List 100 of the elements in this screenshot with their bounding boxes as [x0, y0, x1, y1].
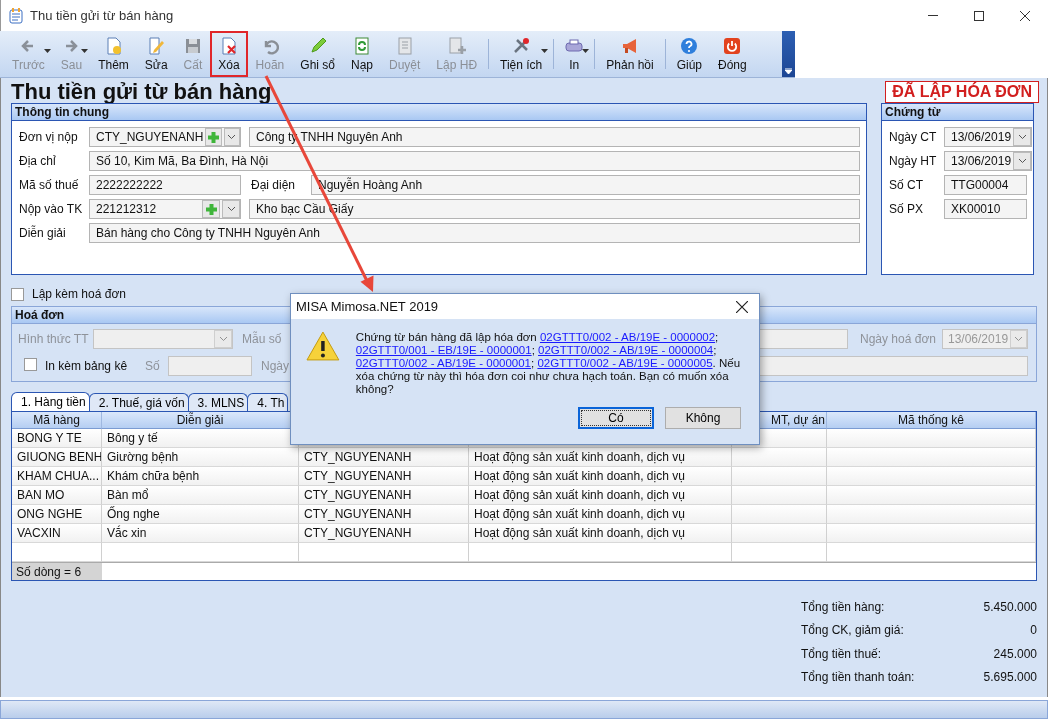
field-label: Đơn vị nộp [19, 130, 79, 144]
table-cell: CTY_NGUYENANH [299, 467, 469, 486]
payment-dropdown[interactable] [93, 329, 233, 349]
toolbar-button[interactable]: Thêm [90, 31, 137, 77]
total-value: 5.695.000 [983, 670, 1037, 685]
date-field[interactable]: 13/06/2019 [944, 151, 1033, 171]
toolbar-button[interactable]: Nạp [343, 31, 381, 77]
table-cell: BONG Y TE [12, 429, 102, 448]
document-edit-icon [147, 36, 166, 55]
table-cell: Bông y tế [102, 429, 299, 448]
tab[interactable]: 1. Hàng tiền [11, 392, 90, 411]
dropdown-button[interactable] [1013, 152, 1032, 170]
chevron-down-icon [218, 336, 228, 342]
total-value: 5.450.000 [983, 599, 1037, 614]
overflow-icon[interactable] [785, 68, 792, 74]
table-cell: ONG NGHE [12, 505, 102, 524]
tab[interactable]: 3. MLNS [187, 393, 249, 411]
table-cell: Vắc xin [102, 524, 299, 543]
refresh-icon [353, 36, 371, 55]
panel-title: Chứng từ [882, 104, 1033, 121]
field-label: Ngày [261, 359, 289, 373]
field-label: Ngày CT [889, 130, 936, 144]
chevron-down-icon [226, 206, 236, 212]
table-cell: Khám chữa bệnh [102, 467, 299, 486]
toolbar-button[interactable]: Giúp [668, 31, 711, 77]
text-field[interactable]: Bán hàng cho Công ty TNHH Nguyên Anh [89, 223, 860, 243]
table-cell: CTY_NGUYENANH [299, 486, 469, 505]
field-label: Số CT [889, 178, 924, 192]
text-field[interactable] [168, 356, 252, 376]
field-label: Đại diện [251, 178, 297, 192]
total-label: Tổng tiền hàng: [801, 599, 885, 614]
invoice-link[interactable]: 02GTTT0/002 - AB/19E - 0000005 [537, 357, 713, 369]
toolbar-button[interactable]: Đóng [710, 31, 755, 77]
total-label: Tổng CK, giảm giá: [801, 623, 904, 638]
row-count: Số dòng = 6 [12, 562, 102, 580]
pencil-icon [308, 36, 327, 55]
column-header[interactable]: Mã hàng [12, 412, 102, 429]
text-field[interactable]: TTG00004 [944, 175, 1027, 195]
date-field[interactable]: 13/06/2019 [944, 127, 1033, 147]
tools-icon [512, 36, 531, 55]
tab[interactable]: 2. Thuế, giá vốn [88, 393, 189, 411]
total-label: Tổng tiền thanh toán: [801, 670, 915, 685]
total-label: Tổng tiền thuế: [801, 646, 882, 661]
table-cell: KHAM CHUA... [12, 467, 102, 486]
chevron-down-icon [1017, 158, 1027, 164]
table-cell: Hoạt động sản xuất kinh doanh, dịch vụ [469, 524, 732, 543]
dropdown-button[interactable] [1013, 128, 1032, 146]
add-button[interactable] [202, 200, 220, 218]
text-field[interactable]: Số 10, Kim Mã, Ba Đình, Hà Nội [89, 151, 860, 171]
text-field[interactable] [758, 329, 848, 349]
toolbar-button[interactable]: In [557, 31, 592, 77]
field-label: Diễn giải [19, 226, 67, 240]
app-icon [9, 7, 24, 24]
toolbar-button[interactable]: Xóa [210, 31, 248, 77]
toolbar-button[interactable]: Phản hồi [598, 31, 662, 77]
chevron-down-icon [1017, 134, 1027, 140]
field-label: Số PX [889, 202, 925, 216]
invoice-link[interactable]: 02GTTT0/002 - AB/19E - 0000001 [355, 357, 531, 369]
plus-icon [204, 202, 218, 216]
page-heading: Thu tiền gửi từ bán hàng [11, 81, 272, 103]
chevron-down-icon [1014, 336, 1024, 342]
dialog-button[interactable]: Có [578, 407, 654, 429]
chevron-down-icon [227, 134, 237, 140]
code-field[interactable]: CTY_NGUYENANH [89, 127, 241, 147]
table-cell: VACXIN [12, 524, 102, 543]
text-field[interactable]: XK00010 [944, 199, 1027, 219]
table-cell: Bàn mổ [102, 486, 299, 505]
toolbar-button[interactable]: Sửa [136, 31, 176, 77]
field-label: Ngày HT [889, 154, 936, 168]
invoice-link[interactable]: 02GTTT0/001 - EB/19E - 0000001 [355, 344, 532, 356]
checkbox[interactable] [11, 287, 24, 301]
power-icon [723, 36, 742, 55]
add-button[interactable] [205, 128, 222, 146]
text-field[interactable] [758, 356, 1028, 376]
field-label: Mã số thuế [19, 178, 80, 192]
dialog-button[interactable]: Không [665, 407, 741, 429]
checkbox-label: In kèm bảng kê [45, 359, 129, 373]
checkbox-label: Lập kèm hoá đơn [32, 287, 126, 301]
dropdown-button[interactable] [222, 200, 240, 218]
dropdown-button[interactable] [223, 128, 240, 146]
document-add-icon [104, 36, 123, 55]
table-cell: GIUONG BENH [12, 448, 102, 467]
warning-icon [306, 331, 340, 361]
table-cell: CTY_NGUYENANH [299, 505, 469, 524]
table-cell: Hoạt động sản xuất kinh doanh, dịch vụ [469, 486, 732, 505]
table-cell: CTY_NGUYENANH [299, 448, 469, 467]
toolbar-button[interactable]: Ghi sổ [292, 31, 343, 77]
column-header[interactable]: Mã thống kê [827, 412, 1036, 429]
plus-icon [207, 130, 220, 144]
table-cell: BAN MO [12, 486, 102, 505]
total-value: 0 [1030, 623, 1037, 638]
table-cell: Ống nghe [102, 505, 299, 524]
table-cell: Hoạt động sản xuất kinh doanh, dịch vụ [469, 505, 732, 524]
field-label: Nộp vào TK [19, 202, 81, 216]
field-label: Địa chỉ [19, 154, 57, 168]
code-field[interactable]: 221212312 [89, 199, 241, 219]
text-field[interactable]: 2222222222 [89, 175, 241, 195]
help-icon [680, 36, 699, 55]
toolbar-button[interactable]: Tiện ích [492, 31, 551, 77]
tab[interactable]: 4. Th [247, 393, 289, 411]
